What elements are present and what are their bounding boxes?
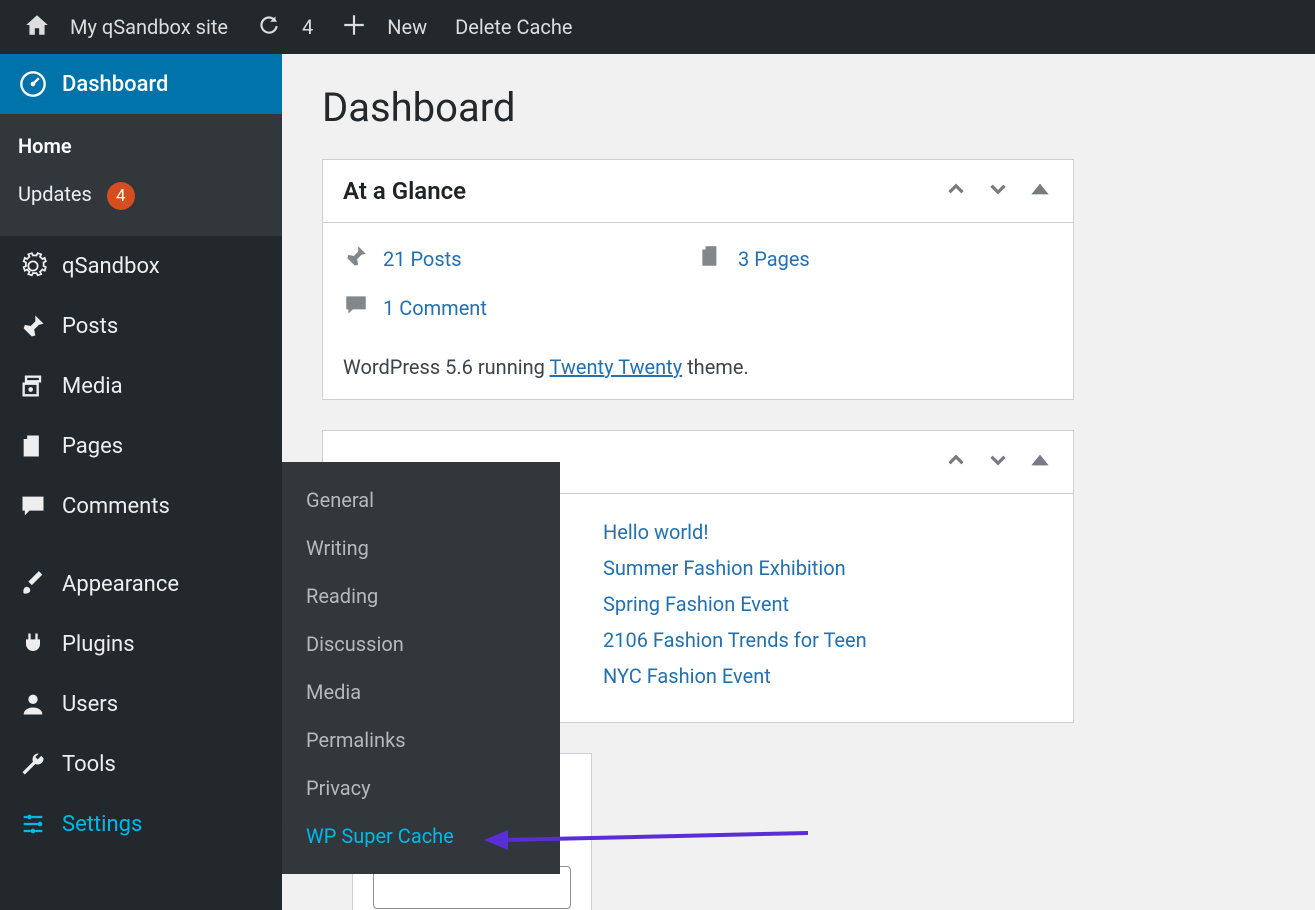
menu-media[interactable]: Media — [0, 356, 282, 416]
menu-settings[interactable]: Settings — [0, 794, 282, 854]
toolbar-site-link[interactable]: My qSandbox site — [10, 0, 242, 54]
comment-icon — [18, 492, 48, 520]
sliders-icon — [18, 810, 48, 838]
menu-posts[interactable]: Posts — [0, 296, 282, 356]
activity-link[interactable]: Summer Fashion Exhibition — [603, 556, 846, 580]
flyout-media[interactable]: Media — [282, 668, 560, 716]
flyout-reading[interactable]: Reading — [282, 572, 560, 620]
dashboard-icon — [18, 70, 48, 98]
submenu-home[interactable]: Home — [0, 122, 282, 170]
flyout-privacy[interactable]: Privacy — [282, 764, 560, 812]
menu-users[interactable]: Users — [0, 674, 282, 734]
settings-flyout: General Writing Reading Discussion Media… — [282, 462, 560, 874]
menu-pages[interactable]: Pages — [0, 416, 282, 476]
toolbar-updates[interactable]: 4 — [242, 0, 327, 54]
flyout-writing[interactable]: Writing — [282, 524, 560, 572]
menu-comments[interactable]: Comments — [0, 476, 282, 536]
wp-version-text: WordPress 5.6 running — [343, 355, 549, 379]
menu-tools[interactable]: Tools — [0, 734, 282, 794]
toolbar-updates-count: 4 — [302, 15, 313, 39]
glance-pages[interactable]: 3 Pages — [698, 243, 1053, 274]
home-icon — [24, 12, 60, 43]
theme-link[interactable]: Twenty Twenty — [549, 355, 682, 379]
glance-comments[interactable]: 1 Comment — [343, 292, 1053, 323]
move-down-icon[interactable] — [985, 447, 1011, 477]
move-up-icon[interactable] — [943, 447, 969, 477]
menu-qsandbox[interactable]: qSandbox — [0, 236, 282, 296]
move-up-icon[interactable] — [943, 176, 969, 206]
pin-icon — [343, 243, 369, 274]
toggle-icon[interactable] — [1027, 447, 1053, 477]
box-header: At a Glance — [323, 160, 1073, 223]
refresh-icon — [256, 12, 292, 43]
brush-icon — [18, 570, 48, 598]
pages-icon — [18, 432, 48, 460]
box-title: At a Glance — [343, 177, 927, 205]
submenu-updates[interactable]: Updates 4 — [0, 170, 282, 222]
toggle-icon[interactable] — [1027, 176, 1053, 206]
activity-link[interactable]: Hello world! — [603, 520, 708, 544]
annotation-arrow — [478, 818, 818, 868]
user-icon — [18, 690, 48, 718]
flyout-general[interactable]: General — [282, 476, 560, 524]
menu-dashboard[interactable]: Dashboard — [0, 54, 282, 114]
gear-icon — [18, 252, 48, 280]
admin-toolbar: My qSandbox site 4 New Delete Cache — [0, 0, 1315, 54]
toolbar-site-name: My qSandbox site — [70, 15, 228, 39]
toolbar-new[interactable]: New — [327, 0, 441, 54]
glance-posts[interactable]: 21 Posts — [343, 243, 698, 274]
submenu-dashboard: Home Updates 4 — [0, 114, 282, 236]
toolbar-delete-cache[interactable]: Delete Cache — [441, 0, 586, 54]
plug-icon — [18, 630, 48, 658]
toolbar-new-label: New — [387, 15, 427, 39]
page-title: Dashboard — [322, 84, 1315, 131]
at-a-glance-box: At a Glance 21 Posts 3 Pages — [322, 159, 1074, 400]
updates-badge: 4 — [107, 182, 135, 210]
pages-icon — [698, 243, 724, 274]
menu-appearance[interactable]: Appearance — [0, 554, 282, 614]
flyout-discussion[interactable]: Discussion — [282, 620, 560, 668]
activity-link[interactable]: 2106 Fashion Trends for Teen — [603, 628, 867, 652]
admin-sidebar: Dashboard Home Updates 4 qSandbox Posts … — [0, 54, 282, 910]
menu-plugins[interactable]: Plugins — [0, 614, 282, 674]
wrench-icon — [18, 750, 48, 778]
move-down-icon[interactable] — [985, 176, 1011, 206]
flyout-permalinks[interactable]: Permalinks — [282, 716, 560, 764]
media-icon — [18, 372, 48, 400]
comment-icon — [343, 292, 369, 323]
plus-icon — [341, 12, 377, 43]
activity-link[interactable]: NYC Fashion Event — [603, 664, 771, 688]
activity-link[interactable]: Spring Fashion Event — [603, 592, 789, 616]
pin-icon — [18, 312, 48, 340]
